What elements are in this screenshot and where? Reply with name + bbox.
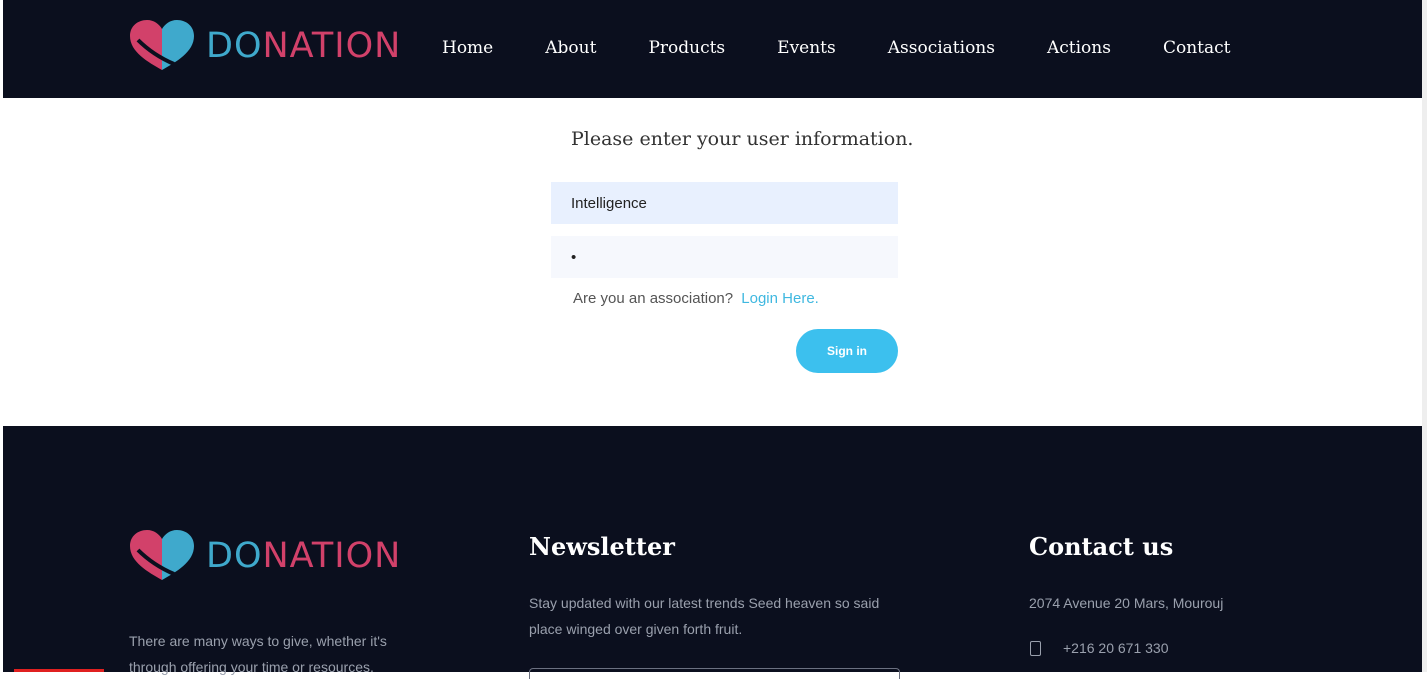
logo-wordmark: DONATION [206, 536, 402, 576]
scrollbar[interactable] [1422, 0, 1427, 672]
newsletter-email-input[interactable] [529, 668, 900, 679]
nav-events[interactable]: Events [777, 38, 836, 58]
header-logo[interactable]: DONATION [128, 20, 401, 72]
contact-title: Contact us [1029, 532, 1174, 561]
footer-logo[interactable]: DONATION [128, 530, 401, 582]
nav-home[interactable]: Home [442, 38, 493, 58]
association-login-link[interactable]: Login Here. [741, 290, 819, 307]
heart-logo-icon [130, 530, 194, 580]
username-input[interactable] [551, 182, 898, 224]
contact-phone: +216 20 671 330 [1030, 640, 1169, 656]
newsletter-title: Newsletter [529, 532, 675, 561]
login-prompt: Please enter your user information. [571, 128, 914, 150]
nav-contact[interactable]: Contact [1163, 38, 1231, 58]
phone-icon [1030, 640, 1041, 656]
heart-logo-icon [130, 20, 194, 70]
main-menu: Home About Products Events Associations … [442, 38, 1282, 58]
nav-products[interactable]: Products [648, 38, 725, 58]
logo-wordmark: DONATION [206, 26, 402, 66]
nav-associations[interactable]: Associations [888, 38, 995, 58]
contact-address: 2074 Avenue 20 Mars, Mourouj [1029, 595, 1224, 611]
newsletter-text: Stay updated with our latest trends Seed… [529, 595, 880, 637]
sign-in-button[interactable]: Sign in [796, 329, 898, 373]
association-login-line: Are you an association? Login Here. [573, 290, 819, 307]
password-input[interactable] [551, 236, 898, 278]
phone-number: +216 20 671 330 [1063, 640, 1169, 656]
footer-about-text: There are many ways to give, whether it'… [129, 633, 387, 675]
nav-actions[interactable]: Actions [1047, 38, 1111, 58]
association-question: Are you an association? [573, 290, 734, 307]
nav-about[interactable]: About [545, 38, 596, 58]
